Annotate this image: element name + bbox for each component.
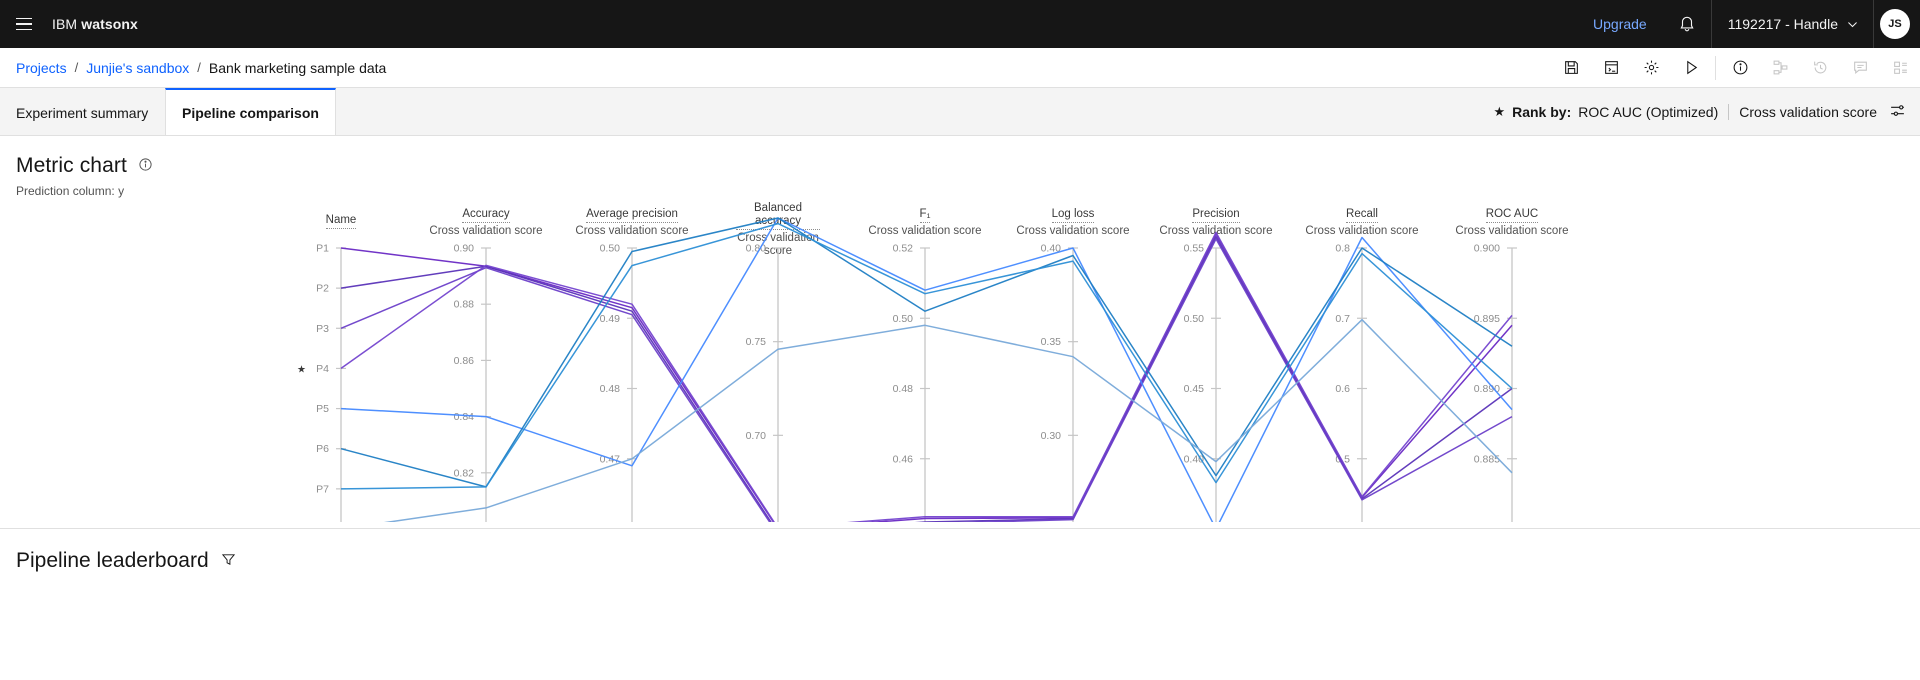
axis-tick-label: 0.50: [600, 243, 621, 255]
series-line-p3[interactable]: [340, 238, 1513, 522]
axis-tick-label: P6: [316, 443, 329, 455]
series-line-p8[interactable]: [341, 318, 1513, 522]
sliders-icon[interactable]: [1889, 102, 1906, 122]
gear-icon[interactable]: [1631, 48, 1671, 88]
axis-tick-label: 0.900: [1474, 243, 1500, 255]
axis-tick-label: 0.90: [454, 243, 475, 255]
main-content: Metric chart Prediction column: y Name Ac…: [0, 136, 1920, 573]
comment-icon[interactable]: [1840, 48, 1880, 88]
axis-group: 0.520.500.480.460.44: [893, 243, 930, 522]
axis-group: P1P2P3P4★P5P6P7P8: [297, 243, 346, 522]
rank-by-metric[interactable]: ROC AUC (Optimized): [1578, 104, 1718, 120]
info-icon[interactable]: [1720, 48, 1760, 88]
page-title-text: Metric chart: [16, 154, 127, 177]
axis-tick-label: 0.7: [1335, 313, 1350, 325]
filter-icon[interactable]: [221, 549, 236, 573]
axis-tick-label: P2: [316, 283, 329, 295]
info-circle-icon[interactable]: [138, 154, 153, 178]
axis-tick-label: 0.70: [746, 430, 767, 442]
axis-tick-label: 0.35: [1041, 336, 1062, 348]
series-line-p2[interactable]: [340, 236, 1513, 522]
axis-tick-label: P7: [316, 483, 329, 495]
parallel-coordinates-plot[interactable]: P1P2P3P4★P5P6P7P80.900.880.860.840.820.8…: [0, 202, 1920, 522]
axis-tick-label: 0.49: [600, 313, 621, 325]
axis-group: 0.400.350.300.25: [1041, 243, 1078, 522]
axis-tick-label: 0.55: [1184, 243, 1205, 255]
leaderboard-title: Pipeline leaderboard: [16, 549, 209, 572]
page-title: Metric chart: [0, 136, 1920, 178]
axis-tick-label: 0.52: [893, 243, 914, 255]
bell-icon[interactable]: [1663, 0, 1711, 48]
axis-tick-label: P3: [316, 323, 329, 335]
save-icon[interactable]: [1551, 48, 1591, 88]
axis-tick-label: 0.45: [1184, 383, 1205, 395]
brand-name: watsonx: [81, 16, 138, 32]
axis-tick-label: 0.86: [454, 355, 475, 367]
tab-pipeline-comparison[interactable]: Pipeline comparison: [165, 88, 336, 135]
axis-tick-label: 0.50: [893, 313, 914, 325]
tab-bar: Experiment summary Pipeline comparison ★…: [0, 88, 1920, 136]
axis-tick-label: P5: [316, 403, 329, 415]
breadcrumb-current: Bank marketing sample data: [208, 59, 387, 76]
axis-tick-label: 0.75: [746, 336, 767, 348]
hamburger-icon[interactable]: [0, 0, 48, 48]
axis-tick-label: 0.30: [1041, 430, 1062, 442]
axis-tick-label: 0.48: [600, 383, 621, 395]
series-line-p6[interactable]: [340, 217, 1513, 488]
code-icon[interactable]: [1880, 48, 1920, 88]
pipeline-leaderboard-header: Pipeline leaderboard: [0, 529, 1920, 573]
star-filled-icon: ★: [1493, 103, 1506, 119]
top-header-actions: Upgrade 1192217 - Handle JS: [1577, 0, 1920, 48]
prediction-column-label: Prediction column:: [16, 184, 115, 198]
starred-pipeline-icon: ★: [297, 364, 306, 375]
brand-logo[interactable]: IBM watsonx: [52, 16, 138, 32]
axis-tick-label: 0.84: [454, 411, 475, 423]
axis-tick-label: 0.48: [893, 383, 914, 395]
rank-by-label: Rank by:: [1512, 103, 1572, 120]
notebook-icon[interactable]: [1591, 48, 1631, 88]
upgrade-button[interactable]: Upgrade: [1577, 16, 1663, 32]
breadcrumb-toolbar: [1551, 48, 1920, 88]
series-group: [340, 217, 1513, 522]
play-icon[interactable]: [1671, 48, 1711, 88]
axis-tick-label: 0.890: [1474, 383, 1500, 395]
account-menu[interactable]: 1192217 - Handle: [1710, 0, 1873, 48]
tab-experiment-summary[interactable]: Experiment summary: [0, 88, 165, 135]
top-header: IBM watsonx Upgrade 1192217 - Handle JS: [0, 0, 1920, 48]
account-label: 1192217 - Handle: [1727, 16, 1838, 32]
rank-by-divider: [1728, 103, 1730, 120]
prediction-column-value: y: [118, 184, 125, 198]
breadcrumb-sandbox[interactable]: Junjie's sandbox: [86, 60, 189, 76]
brand-prefix: IBM: [52, 16, 78, 32]
axis-group: 0.9000.8950.8900.8850.880: [1474, 243, 1517, 522]
axis-tick-label: 0.50: [1184, 313, 1205, 325]
chevron-down-icon: [1848, 21, 1857, 27]
axis-tick-label: 0.6: [1335, 383, 1350, 395]
metric-chart[interactable]: Name Accuracy Cross validation score Averag…: [0, 202, 1920, 522]
axis-group: 0.800.750.700.65: [746, 243, 783, 522]
axis-group: 0.500.490.480.470.46: [600, 243, 637, 522]
avatar-container: JS: [1873, 0, 1920, 48]
lineage-icon[interactable]: [1760, 48, 1800, 88]
prediction-column: Prediction column: y: [0, 178, 1920, 198]
axis-tick-label: 0.885: [1474, 453, 1500, 465]
avatar[interactable]: JS: [1880, 9, 1910, 39]
history-icon[interactable]: [1800, 48, 1840, 88]
breadcrumb-separator: /: [74, 60, 79, 75]
series-line-p5[interactable]: [340, 217, 1513, 522]
toolbar-divider: [1715, 55, 1716, 80]
rank-by-scope[interactable]: Cross validation score: [1739, 104, 1877, 120]
axis-tick-label: 0.8: [1335, 243, 1350, 255]
axis-tick-label: 0.82: [454, 467, 475, 479]
axis-tick-label: 0.88: [454, 299, 475, 311]
rank-by-control: ★ Rank by: ROC AUC (Optimized) Cross val…: [1493, 88, 1920, 135]
breadcrumb-separator: /: [197, 60, 201, 75]
axis-tick-label: P4: [316, 363, 329, 375]
axis-tick-label: P1: [316, 243, 329, 255]
breadcrumb-projects[interactable]: Projects: [16, 60, 67, 76]
breadcrumb-bar: Projects / Junjie's sandbox / Bank marke…: [0, 48, 1920, 88]
axis-tick-label: 0.46: [893, 453, 914, 465]
